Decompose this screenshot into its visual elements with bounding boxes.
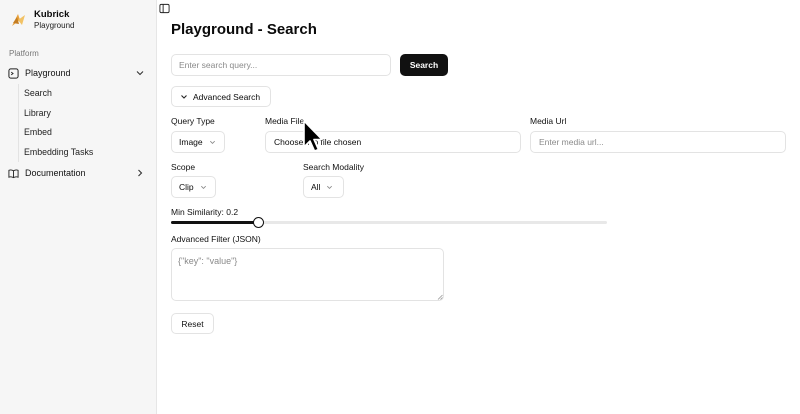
reset-button[interactable]: Reset: [171, 313, 214, 334]
slider-thumb[interactable]: [252, 217, 264, 228]
advanced-filter-label: Advanced Filter (JSON): [171, 234, 261, 244]
search-modality-select[interactable]: All: [303, 176, 344, 198]
book-open-icon: [8, 168, 19, 178]
sidebar-item-search[interactable]: Search: [24, 88, 52, 98]
slider-fill: [171, 221, 259, 224]
chevron-down-icon: [209, 140, 215, 144]
brand[interactable]: Kubrick Playground: [10, 9, 74, 31]
sidebar-section-label: Platform: [9, 49, 39, 58]
brand-subtitle: Playground: [34, 21, 75, 30]
sidebar-item-embedding-tasks[interactable]: Embedding Tasks: [24, 147, 93, 157]
chevron-down-icon: [181, 94, 187, 99]
page-title: Playground - Search: [171, 21, 317, 38]
brand-name: Kubrick: [34, 9, 70, 20]
min-similarity-slider[interactable]: [171, 217, 607, 228]
scope-select[interactable]: Clip: [171, 176, 216, 198]
media-url-input[interactable]: [530, 131, 786, 153]
sidebar-item-library[interactable]: Library: [24, 108, 51, 118]
query-type-label: Query Type: [171, 116, 215, 126]
media-file-label: Media File: [265, 116, 305, 126]
sidebar-item-embed[interactable]: Embed: [24, 127, 52, 137]
chevron-down-icon: [136, 71, 144, 76]
sidebar: Kubrick Playground Platform Playground S…: [0, 0, 157, 414]
search-modality-label: Search Modality: [303, 162, 364, 172]
scope-value: Clip: [179, 182, 194, 192]
query-type-select[interactable]: Image: [171, 131, 225, 153]
search-modality-value: All: [311, 182, 321, 192]
sidebar-item-playground[interactable]: Playground: [8, 64, 148, 82]
resize-handle-icon[interactable]: [437, 294, 443, 300]
scope-label: Scope: [171, 162, 196, 172]
advanced-filter-textarea[interactable]: [171, 248, 444, 301]
media-url-label: Media Url: [530, 116, 567, 126]
sidebar-item-label: Playground: [25, 68, 71, 78]
choose-file-button[interactable]: Choose: [274, 137, 303, 147]
min-similarity-label: Min Similarity: 0.2: [171, 207, 239, 217]
search-button[interactable]: Search: [400, 54, 448, 76]
kubrick-logo-icon: [12, 14, 25, 26]
sidebar-toggle-icon[interactable]: [159, 3, 170, 14]
sidebar-item-label: Documentation: [25, 168, 86, 178]
mouse-pointer-icon: [303, 120, 323, 152]
advanced-search-label: Advanced Search: [193, 91, 261, 102]
query-type-value: Image: [179, 137, 203, 147]
search-input[interactable]: [171, 54, 391, 76]
chevron-down-icon: [200, 185, 206, 189]
advanced-search-toggle[interactable]: Advanced Search: [171, 86, 271, 107]
sidebar-item-documentation[interactable]: Documentation: [8, 164, 148, 182]
main-content: Playground - Search Search Advanced Sear…: [157, 0, 800, 414]
square-terminal-icon: [8, 67, 19, 79]
sidebar-subnav-line: [18, 84, 19, 162]
chevron-down-icon: [327, 185, 333, 189]
chevron-right-icon: [138, 169, 143, 177]
